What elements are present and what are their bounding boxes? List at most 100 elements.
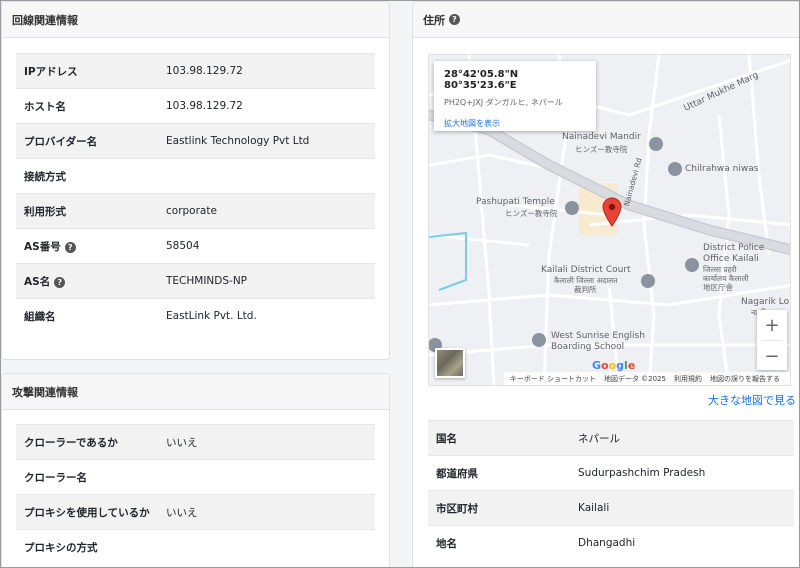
attack-info-title: 攻撃関連情報 — [12, 385, 78, 399]
row-label: AS番号 — [24, 240, 61, 253]
row-value: Kailali — [572, 490, 794, 526]
row-label-cell: 都道府県 — [428, 455, 572, 491]
map-label-school-2: Boarding School — [551, 342, 625, 352]
line-info-header: 回線関連情報 — [2, 2, 389, 38]
line-info-table: IPアドレス 103.98.129.72 ホスト名 103.98.129.72 プロバイ… — [16, 53, 375, 334]
satellite-toggle[interactable] — [435, 348, 465, 378]
row-value: いいえ — [160, 424, 375, 460]
attack-info-card: 攻撃関連情報 クローラーであるか いいえ クローラー名 プロキシを使用しているか いいえ… — [1, 373, 390, 567]
table-row: プロバイダー名 Eastlink Technology Pvt Ltd — [16, 123, 375, 159]
map-label-police-1: District Police — [703, 243, 765, 253]
table-row: 組織名 EastLink Pvt. Ltd. — [16, 298, 375, 334]
row-label: 組織名 — [24, 310, 56, 323]
row-label: 市区町村 — [436, 502, 478, 515]
row-label: 接続方式 — [24, 170, 66, 183]
row-label: ホスト名 — [24, 100, 66, 113]
table-row: 利用形式 corporate — [16, 193, 375, 229]
table-row: 市区町村 Kailali — [428, 490, 794, 526]
row-label: 都道府県 — [436, 467, 478, 480]
google-logo-letter: g — [616, 359, 625, 372]
row-value: 103.98.129.72 — [160, 88, 375, 124]
row-label: 利用形式 — [24, 205, 66, 218]
table-row: プロキシの方式 — [16, 529, 375, 565]
map-label-school-1: West Sunrise English — [551, 331, 645, 341]
big-map-link[interactable]: 大きな地図で見る — [708, 392, 796, 408]
map-plus-code: PH2Q+JXJ ダンガルヒ, ネパール — [444, 98, 563, 107]
row-label: プロキシを使用しているか — [24, 506, 150, 519]
help-icon[interactable]: ? — [64, 241, 76, 253]
google-logo-letter: e — [627, 359, 636, 372]
map-label-chilrahwa: Chilrahwa niwas — [685, 164, 759, 174]
terms-link[interactable]: 利用規約 — [674, 374, 702, 384]
row-label: 国名 — [436, 432, 457, 445]
row-label-cell: 接続方式 — [16, 158, 160, 194]
map-footer: キーボード ショートカット 地図データ ©2025 利用規約 地図の誤りを報告す… — [504, 372, 790, 385]
row-label-cell: AS番号? — [16, 228, 160, 264]
row-label: クローラー名 — [24, 471, 87, 484]
map-label-nainadevi-mandir: Nainadevi Mandir — [562, 132, 641, 142]
map-label-police-np1: जिल्ला प्रहरी — [703, 265, 737, 274]
google-logo: Google — [592, 359, 635, 372]
address-header: 住所 ? — [413, 2, 799, 38]
row-value: EastLink Pvt. Ltd. — [160, 298, 375, 334]
row-label: クローラーであるか — [24, 436, 118, 449]
row-label-cell: 国名 — [428, 420, 572, 456]
report-error-link[interactable]: 地図の誤りを報告する — [710, 374, 780, 384]
location-marker-icon[interactable] — [601, 197, 623, 227]
enlarge-map-link[interactable]: 拡大地図を表示 — [444, 118, 586, 129]
row-value: 58504 — [160, 228, 375, 264]
map-data-text: 地図データ ©2025 — [603, 374, 666, 383]
table-row: ホスト名 103.98.129.72 — [16, 88, 375, 124]
map-label-police-2: Office Kailali — [703, 254, 759, 264]
map-label-court-np: कैलाली जिल्ला अदालत — [554, 276, 618, 285]
map-label-court: Kailali District Court — [541, 265, 631, 275]
row-value — [160, 529, 375, 565]
table-row: クローラー名 — [16, 459, 375, 495]
keyboard-shortcuts-link[interactable]: キーボード ショートカット — [510, 374, 596, 384]
table-row: 国名 ネパール — [428, 420, 794, 456]
row-label-cell: 地名 — [428, 525, 572, 561]
row-label-cell: 市区町村 — [428, 490, 572, 526]
table-row: AS番号? 58504 — [16, 228, 375, 264]
table-row: AS名? TECHMINDS-NP — [16, 263, 375, 299]
row-value: いいえ — [160, 494, 375, 530]
line-info-card: 回線関連情報 IPアドレス 103.98.129.72 ホスト名 103.98.129… — [1, 1, 390, 360]
table-row: クローラーであるか いいえ — [16, 424, 375, 460]
row-label-cell: プロキシの方式 — [16, 529, 160, 565]
row-value: 103.98.129.72 — [160, 53, 375, 89]
row-value: Eastlink Technology Pvt Ltd — [160, 123, 375, 159]
zoom-controls: + − — [757, 310, 787, 370]
zoom-in-button[interactable]: + — [757, 310, 787, 340]
help-icon[interactable]: ? — [449, 14, 460, 25]
row-label-cell: ホスト名 — [16, 88, 160, 124]
row-value — [160, 158, 375, 194]
map-view[interactable]: Uttar Mukhe Marg Nainadevi Mandir ヒンズー教寺… — [428, 54, 791, 386]
map-label-police-np2: कार्यालय कैलाली — [703, 274, 749, 283]
map-label-nagarik: Nagarik Lo — [741, 297, 790, 307]
row-label-cell: プロキシを使用しているか — [16, 494, 160, 530]
row-label-cell: IPアドレス — [16, 53, 160, 89]
row-value: Sudurpashchim Pradesh — [572, 455, 794, 491]
page-frame: 回線関連情報 IPアドレス 103.98.129.72 ホスト名 103.98.129… — [0, 0, 800, 568]
table-row: プロキシを使用しているか いいえ — [16, 494, 375, 530]
row-label-cell: 利用形式 — [16, 193, 160, 229]
address-table: 国名 ネパール都道府県 Sudurpashchim Pradesh 市区町村 Kaila… — [428, 420, 794, 561]
row-value: TECHMINDS-NP — [160, 263, 375, 299]
row-label-cell: クローラー名 — [16, 459, 160, 495]
row-value: ネパール — [572, 420, 794, 456]
row-value: Dhangadhi — [572, 525, 794, 561]
attack-info-table: クローラーであるか いいえ クローラー名 プロキシを使用しているか いいえ プロキシの方式 — [16, 424, 375, 565]
zoom-out-button[interactable]: − — [757, 341, 787, 371]
row-label-cell: AS名? — [16, 263, 160, 299]
help-icon[interactable]: ? — [54, 276, 66, 288]
row-value: corporate — [160, 193, 375, 229]
row-label-cell: プロバイダー名 — [16, 123, 160, 159]
row-label: プロバイダー名 — [24, 135, 98, 148]
map-label-pashupati: Pashupati Temple — [476, 197, 555, 207]
address-card: 住所 ? Uttar Mukhe Marg Nainadevi Mandir ヒ… — [412, 1, 799, 567]
map-label-police-jp: 地区庁舎 — [703, 283, 733, 292]
google-logo-letter: o — [601, 359, 609, 372]
map-label-nainadevi-mandir-jp: ヒンズー教寺院 — [575, 145, 628, 154]
row-label-cell: 組織名 — [16, 298, 160, 334]
row-label: 地名 — [436, 537, 457, 550]
